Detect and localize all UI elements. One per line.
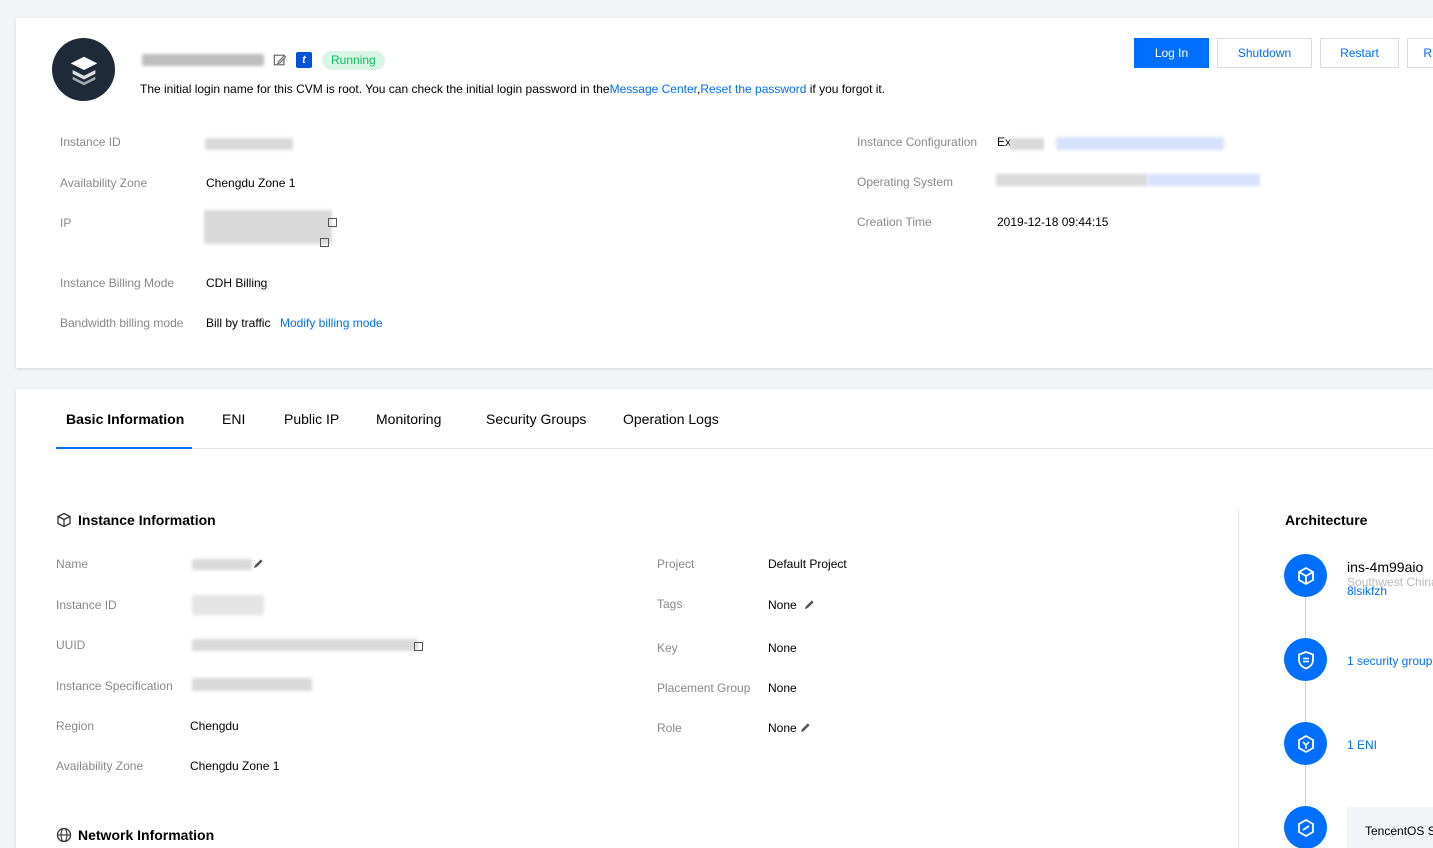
globe-icon	[56, 827, 72, 843]
arch-instance-node[interactable]	[1284, 554, 1327, 597]
instance-icon	[1297, 566, 1314, 585]
tab-operation-logs[interactable]: Operation Logs	[623, 411, 719, 427]
tab-public-ip[interactable]: Public IP	[284, 411, 339, 427]
arch-os-name: TencentOS Se	[1365, 824, 1433, 838]
shield-icon	[1297, 650, 1314, 669]
arch-instance-suffix[interactable]: 8lsikfzh	[1347, 584, 1387, 598]
os-masked	[996, 174, 1148, 186]
active-tab-underline	[56, 447, 192, 449]
uuid-masked	[192, 639, 418, 651]
instance-config-prefix: Ex	[997, 135, 1012, 149]
cube-icon	[57, 512, 71, 528]
instance-id-label: Instance ID	[60, 135, 121, 149]
arch-os-box: TencentOS Se	[1347, 807, 1433, 848]
detail-card: Basic Information ENI Public IP Monitori…	[16, 389, 1433, 848]
arch-security-group-node[interactable]	[1284, 638, 1327, 681]
modify-billing-link[interactable]: Modify billing mode	[280, 316, 383, 330]
arch-eni-link[interactable]: 1 ENI	[1347, 738, 1377, 752]
network-info-title: Network Information	[56, 827, 214, 843]
instance-id-masked-2	[192, 595, 264, 615]
copy-ip-icon[interactable]	[328, 218, 337, 227]
edit-tags-pencil-icon[interactable]	[804, 599, 815, 610]
instance-name-masked	[142, 54, 264, 66]
arch-connector-3	[1305, 765, 1306, 807]
availability-zone-label: Availability Zone	[60, 176, 148, 190]
instance-id-label-2: Instance ID	[56, 598, 117, 612]
placement-group-value: None	[768, 681, 797, 695]
detail-tabs: Basic Information ENI Public IP Monitori…	[56, 389, 1433, 449]
creation-time-label: Creation Time	[857, 215, 932, 229]
arch-connector-1	[1305, 597, 1306, 639]
billing-mode-value: CDH Billing	[206, 276, 268, 290]
bandwidth-billing-value: Bill by traffic	[206, 316, 271, 330]
instance-spec-masked	[192, 678, 312, 691]
arch-eni-node[interactable]	[1284, 722, 1327, 765]
arch-os-node[interactable]	[1284, 806, 1327, 848]
instance-info-title-text: Instance Information	[78, 512, 216, 528]
os-label: Operating System	[857, 175, 954, 189]
ip-masked	[204, 210, 332, 244]
instance-summary-card: t Running The initial login name for thi…	[16, 18, 1433, 368]
copy-uuid-icon[interactable]	[414, 642, 423, 651]
instance-spec-label: Instance Specification	[56, 679, 173, 693]
region-value: Chengdu	[190, 719, 239, 733]
login-tip-suffix: if you forgot it.	[809, 82, 886, 96]
creation-time-value: 2019-12-18 09:44:15	[997, 215, 1109, 229]
eni-icon	[1297, 734, 1314, 753]
project-value: Default Project	[768, 557, 847, 571]
edit-name-pencil-icon[interactable]	[253, 558, 264, 569]
login-button[interactable]: Log In	[1134, 38, 1209, 68]
cvm-icon	[70, 56, 97, 85]
uuid-label: UUID	[56, 638, 86, 652]
architecture-title: Architecture	[1285, 512, 1368, 528]
reset-password-link[interactable]: Reset the password	[700, 82, 806, 96]
shutdown-button[interactable]: Shutdown	[1217, 38, 1312, 68]
instance-config-masked	[1010, 138, 1044, 150]
arch-instance-name[interactable]: ins-4m99aio	[1347, 559, 1423, 575]
key-label: Key	[657, 641, 678, 655]
edit-role-pencil-icon[interactable]	[800, 722, 811, 733]
instance-config-link-masked	[1056, 137, 1224, 150]
edit-name-icon[interactable]	[272, 52, 288, 68]
arch-security-group-link[interactable]: 1 security group	[1347, 654, 1432, 668]
name-label: Name	[56, 557, 89, 571]
more-actions-button[interactable]: R	[1407, 38, 1433, 68]
role-value: None	[768, 721, 797, 735]
tags-value: None	[768, 598, 797, 612]
login-tip: The initial login name for this CVM is r…	[140, 82, 886, 96]
zone-value: Chengdu Zone 1	[190, 759, 280, 773]
arch-connector-2	[1305, 681, 1306, 723]
instance-config-label: Instance Configuration	[857, 135, 978, 149]
instance-info-title: Instance Information	[56, 512, 216, 528]
tab-eni[interactable]: ENI	[222, 411, 245, 427]
billing-mode-label: Instance Billing Mode	[60, 276, 175, 290]
name-masked	[192, 559, 252, 570]
architecture-divider	[1238, 509, 1239, 848]
bandwidth-billing-label: Bandwidth billing mode	[60, 316, 184, 330]
tab-basic-information[interactable]: Basic Information	[66, 411, 184, 427]
login-tip-prefix: The initial login name for this CVM is r…	[140, 82, 610, 96]
tab-monitoring[interactable]: Monitoring	[376, 411, 441, 427]
role-label: Role	[657, 721, 682, 735]
availability-zone-value: Chengdu Zone 1	[206, 176, 296, 190]
zone-label: Availability Zone	[56, 759, 144, 773]
tags-label: Tags	[657, 597, 683, 611]
project-label: Project	[657, 557, 695, 571]
instance-id-masked	[205, 138, 293, 150]
key-value: None	[768, 641, 797, 655]
status-badge: Running	[322, 50, 385, 70]
region-label: Region	[56, 719, 95, 733]
instance-avatar	[52, 38, 115, 101]
os-link-masked	[1148, 174, 1260, 186]
restart-button[interactable]: Restart	[1320, 38, 1399, 68]
tab-security-groups[interactable]: Security Groups	[486, 411, 586, 427]
network-info-title-text: Network Information	[78, 827, 215, 843]
placement-group-label: Placement Group	[657, 681, 751, 695]
os-icon	[1297, 818, 1314, 837]
message-center-link[interactable]: Message Center	[610, 82, 697, 96]
ip-label: IP	[60, 216, 72, 230]
tencent-t-icon: t	[296, 52, 312, 68]
instance-name-row: t Running	[142, 50, 385, 70]
copy-ip-icon-2[interactable]	[320, 238, 329, 247]
